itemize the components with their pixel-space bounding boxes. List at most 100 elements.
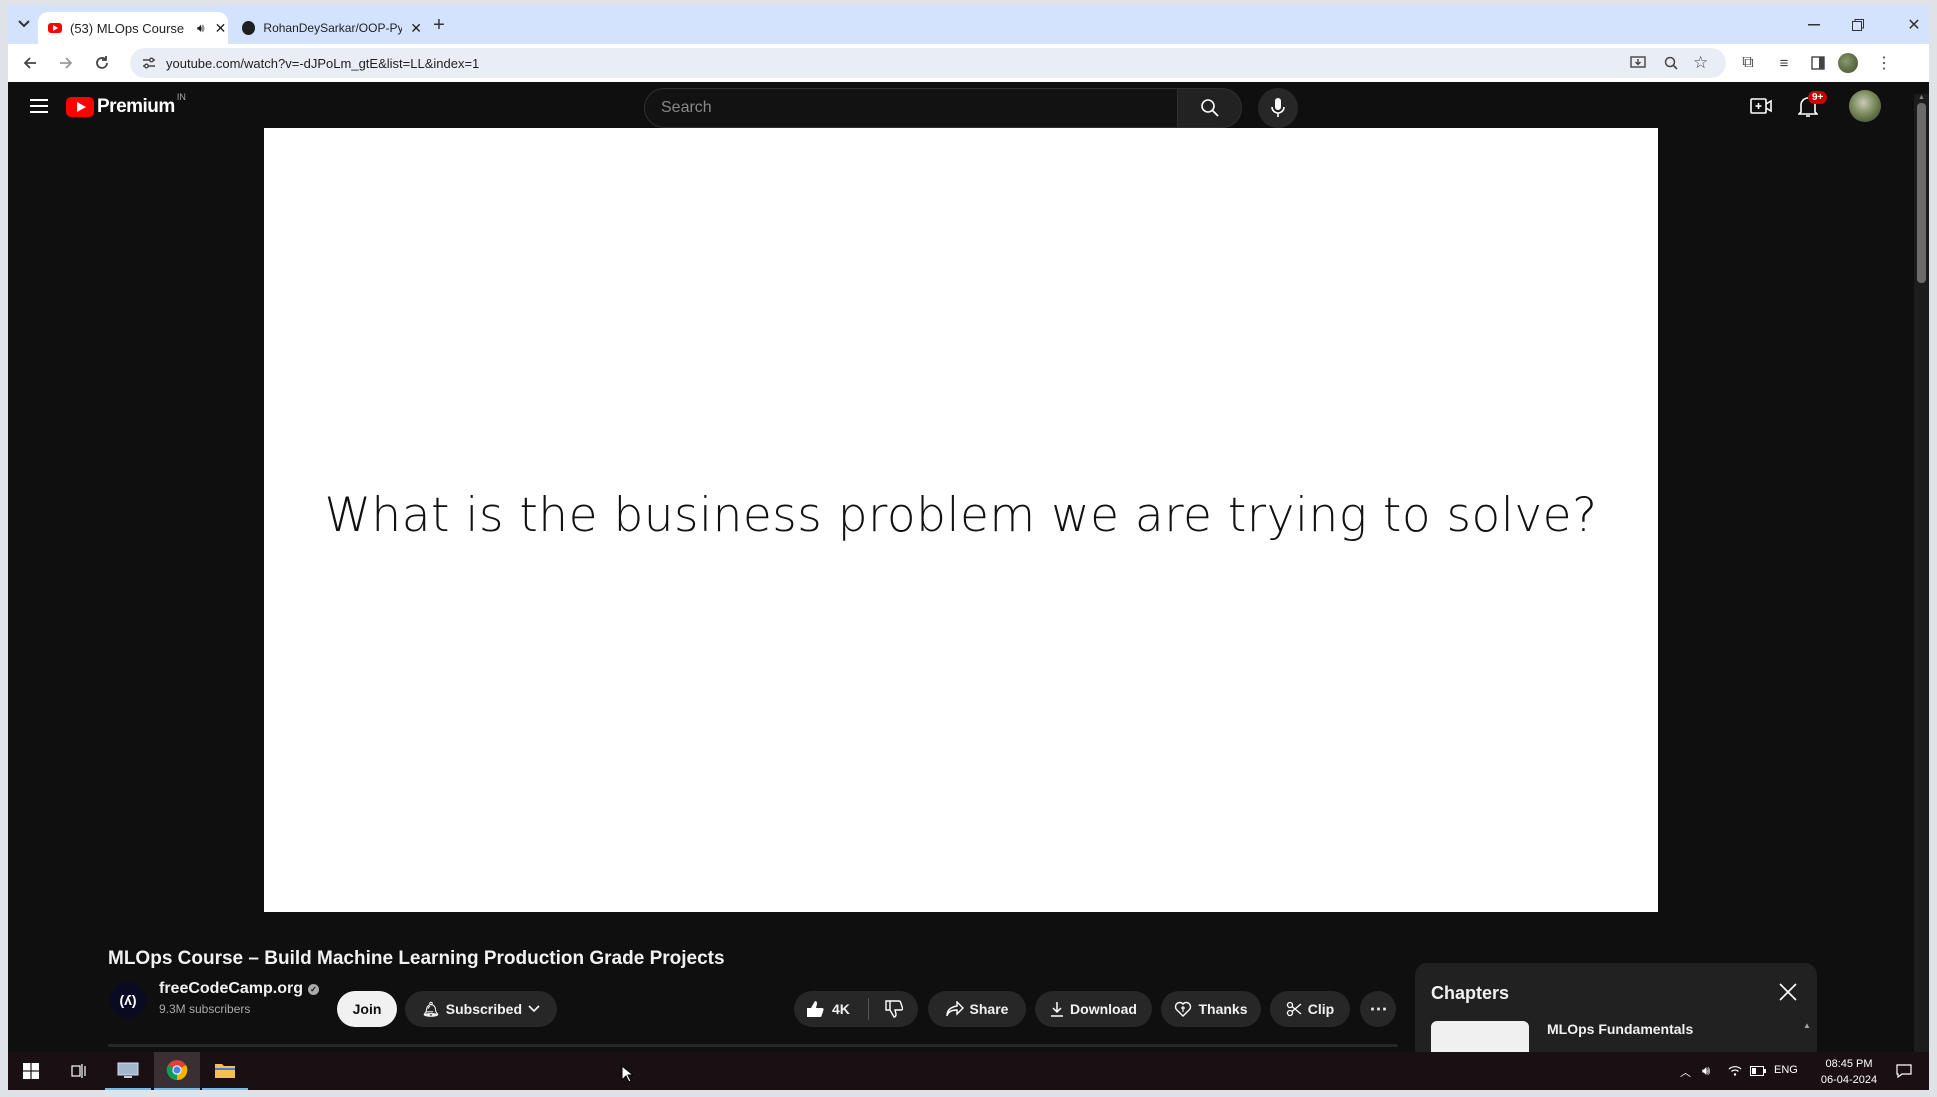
close-chapters-icon[interactable] <box>1779 983 1797 1001</box>
start-button[interactable] <box>8 1052 54 1090</box>
mouse-cursor-icon <box>621 1065 633 1083</box>
restore-button[interactable] <box>1848 15 1868 35</box>
channel-name[interactable]: freeCodeCamp.org ✓ <box>159 980 320 998</box>
close-tab-icon[interactable]: ✕ <box>410 20 422 37</box>
create-video-icon[interactable] <box>1750 97 1772 115</box>
forward-button[interactable] <box>56 53 76 73</box>
taskbar-app-remote[interactable] <box>105 1052 151 1090</box>
share-label: Share <box>969 1001 1009 1017</box>
search-input[interactable] <box>645 89 1209 127</box>
like-button[interactable]: 4K <box>794 1000 850 1018</box>
language-indicator[interactable]: ENG <box>1774 1064 1798 1076</box>
thanks-label: Thanks <box>1198 1001 1248 1017</box>
site-info-icon[interactable] <box>142 57 156 69</box>
bell-icon: 🔔︎ <box>421 1000 440 1017</box>
download-label: Download <box>1070 1001 1137 1017</box>
action-center-icon[interactable] <box>1896 1064 1912 1078</box>
more-horizontal-icon: ⋯ <box>1369 998 1388 1019</box>
scissors-icon <box>1286 1001 1302 1017</box>
windows-logo-icon <box>23 1063 39 1079</box>
voice-search-button[interactable] <box>1258 88 1298 128</box>
page-scrollbar[interactable]: ▲ ▼ <box>1914 94 1929 1090</box>
zoom-icon[interactable] <box>1664 56 1678 70</box>
profile-avatar-icon[interactable] <box>1838 53 1858 73</box>
region-code: IN <box>176 92 186 102</box>
close-tab-icon[interactable]: ✕ <box>215 20 227 37</box>
battery-icon[interactable] <box>1750 1066 1766 1076</box>
subscribed-button[interactable]: 🔔︎ Subscribed <box>405 991 557 1027</box>
search-box <box>644 88 1209 128</box>
thumbs-down-icon <box>885 1000 903 1018</box>
back-button[interactable] <box>20 53 40 73</box>
task-view-button[interactable] <box>56 1052 102 1090</box>
install-app-icon[interactable] <box>1630 56 1646 70</box>
chapters-scroll-up-icon[interactable]: ▲ <box>1803 1021 1811 1030</box>
new-tab-button[interactable]: + <box>428 14 450 36</box>
channel-name-text: freeCodeCamp.org <box>159 980 304 997</box>
scroll-up-icon[interactable]: ▲ <box>1914 94 1929 101</box>
minimize-button[interactable] <box>1804 15 1824 35</box>
account-avatar[interactable] <box>1849 90 1881 122</box>
search-button[interactable] <box>1178 88 1242 128</box>
dislike-button[interactable] <box>875 1000 903 1018</box>
wifi-icon[interactable] <box>1728 1064 1742 1076</box>
taskbar-app-chrome[interactable] <box>154 1052 200 1090</box>
chevron-down-icon <box>18 20 30 28</box>
thumbs-up-icon <box>807 1001 824 1017</box>
notification-badge: 9+ <box>1808 91 1828 104</box>
like-divider <box>867 998 869 1020</box>
thanks-button[interactable]: Thanks <box>1161 991 1261 1027</box>
address-bar[interactable]: youtube.com/watch?v=-dJPoLm_gtE&list=LL&… <box>130 48 1726 78</box>
tab-title: RohanDeySarkar/OOP-Python <box>263 21 403 35</box>
clock[interactable]: 08:45 PM 06-04-2024 <box>1814 1056 1884 1088</box>
slide-text: What is the business problem we are tryi… <box>324 488 1598 543</box>
search-icon <box>1200 99 1219 117</box>
media-controls-icon[interactable]: ≡ <box>1774 53 1794 73</box>
channel-avatar[interactable]: (ʎ) <box>110 982 146 1018</box>
tab-github[interactable]: RohanDeySarkar/OOP-Python ✕ <box>232 12 422 44</box>
clip-label: Clip <box>1307 1001 1335 1017</box>
scrollbar-thumb[interactable] <box>1917 103 1926 283</box>
share-button[interactable]: Share <box>928 991 1026 1027</box>
reload-icon <box>96 56 108 69</box>
video-title: MLOps Course – Build Machine Learning Pr… <box>108 948 725 969</box>
video-player[interactable]: What is the business problem we are tryi… <box>264 128 1658 912</box>
youtube-favicon-icon <box>48 23 62 33</box>
restore-icon <box>1852 19 1864 31</box>
close-window-button[interactable]: ✕ <box>1904 15 1924 35</box>
youtube-logo[interactable]: Premium IN <box>66 92 186 118</box>
chrome-icon <box>166 1060 188 1081</box>
browser-window: (53) MLOps Course – Build 🔊︎ ✕ RohanDeyS… <box>8 5 1929 1090</box>
chapters-heading: Chapters <box>1431 983 1510 1003</box>
below-video-divider <box>108 1044 1398 1047</box>
chevron-down-icon <box>528 1005 540 1013</box>
clip-button[interactable]: Clip <box>1270 991 1350 1027</box>
join-button[interactable]: Join <box>337 991 397 1027</box>
join-label: Join <box>352 1001 382 1017</box>
chrome-menu-icon[interactable]: ⋮ <box>1874 53 1894 73</box>
extensions-icon[interactable]: ⧉ <box>1738 53 1758 73</box>
verified-check-icon: ✓ <box>308 983 320 995</box>
volume-icon[interactable]: 🔊︎ <box>1702 1063 1710 1079</box>
bookmark-star-icon[interactable]: ☆ <box>1693 53 1708 73</box>
taskbar-app-file-explorer[interactable] <box>202 1052 248 1090</box>
like-dislike-group: 4K <box>794 991 918 1027</box>
tab-strip: (53) MLOps Course – Build 🔊︎ ✕ RohanDeyS… <box>8 5 1929 44</box>
speaker-icon[interactable]: 🔊︎ <box>197 21 205 36</box>
download-button[interactable]: Download <box>1035 991 1152 1027</box>
tab-youtube[interactable]: (53) MLOps Course – Build 🔊︎ ✕ <box>38 12 228 44</box>
tab-search-button[interactable] <box>14 14 34 34</box>
hamburger-menu-icon[interactable] <box>30 99 48 113</box>
chapter-title: MLOps Fundamentals <box>1547 1021 1694 1037</box>
clock-time: 08:45 PM <box>1825 1058 1873 1070</box>
more-actions-button[interactable]: ⋯ <box>1360 991 1396 1027</box>
microphone-icon <box>1271 98 1285 117</box>
youtube-play-logo-icon <box>66 97 94 117</box>
youtube-page: Premium IN 9+ What is the business probl… <box>8 82 1929 1090</box>
show-hidden-icons[interactable]: ︿ <box>1680 1064 1691 1080</box>
side-panel-icon[interactable] <box>1808 53 1828 73</box>
like-count: 4K <box>832 1001 850 1017</box>
browser-toolbar: youtube.com/watch?v=-dJPoLm_gtE&list=LL&… <box>8 44 1929 82</box>
reload-button[interactable] <box>92 53 112 73</box>
remote-desktop-icon <box>117 1062 139 1078</box>
